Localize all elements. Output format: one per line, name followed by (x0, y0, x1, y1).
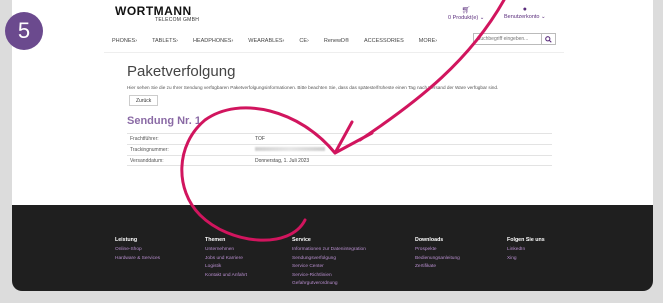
footer-column-service: Service Informationen zur Datenintegrati… (292, 237, 366, 290)
footer-heading: Service (292, 237, 311, 243)
search-button[interactable] (541, 34, 555, 44)
footer-heading: Themen (205, 237, 226, 243)
footer-link[interactable]: Hardware & Services (115, 256, 160, 261)
nav-item-wearables[interactable]: WEARABLES› (248, 38, 284, 44)
tracking-number-label: Trackingnummer: (130, 147, 169, 153)
footer-column-social: Folgen Sie uns LinkedIn Xing (507, 237, 545, 264)
user-icon: ● (522, 6, 527, 13)
carrier-value: TOF (255, 136, 265, 142)
search-icon (545, 35, 552, 43)
table-row: Frachtführer: TOF (127, 133, 552, 144)
footer-heading: Folgen Sie uns (507, 237, 545, 243)
footer-link[interactable]: Logistik (205, 264, 247, 269)
account-link[interactable]: ● Benutzerkonto ⌄ (504, 6, 546, 20)
site-footer: Leistung Online-Shop Hardware & Services… (12, 205, 653, 291)
footer-link[interactable]: Online-Shop (115, 247, 160, 252)
footer-column-leistung: Leistung Online-Shop Hardware & Services (115, 237, 160, 264)
shipment-table: Frachtführer: TOF Trackingnummer: Versan… (127, 133, 552, 166)
intro-text: Hier sehen Sie die zu Ihrer Sendung verf… (127, 85, 499, 90)
nav-item-ce[interactable]: CE› (299, 38, 308, 44)
table-row: Trackingnummer: (127, 144, 552, 155)
footer-link[interactable]: Unternehmen (205, 247, 247, 252)
cart-link[interactable]: 🛒︎ 0 Produkt(e) ⌄ (448, 6, 484, 21)
tracking-number-value[interactable] (255, 147, 325, 153)
footer-link[interactable]: Bedienungsanleitung (415, 256, 460, 261)
search-input[interactable] (474, 36, 541, 42)
nav-divider (104, 52, 564, 53)
footer-link[interactable]: Informationen zur Datenintegration (292, 247, 366, 252)
screenshot-frame: WORTMANN TELECOM GMBH 🛒︎ 0 Produkt(e) ⌄ … (0, 0, 663, 303)
footer-heading: Downloads (415, 237, 444, 243)
footer-link-xing[interactable]: Xing (507, 256, 545, 261)
search-box (473, 33, 556, 45)
nav-item-renewd[interactable]: RenewD® (324, 38, 349, 44)
cart-label: 0 Produkt(e) ⌄ (448, 15, 485, 21)
logo-sub-text: TELECOM GMBH (155, 17, 200, 23)
account-label: Benutzerkonto ⌄ (504, 14, 546, 20)
footer-link-tracking[interactable]: Sendungsverfolgung (292, 256, 366, 261)
footer-link-linkedin[interactable]: LinkedIn (507, 247, 545, 252)
webpage: WORTMANN TELECOM GMBH 🛒︎ 0 Produkt(e) ⌄ … (12, 0, 653, 291)
nav-item-tablets[interactable]: TABLETS› (152, 38, 178, 44)
step-number-badge: 5 (5, 12, 43, 50)
shipment-title: Sendung Nr. 1 (127, 115, 201, 127)
footer-link[interactable]: Kontakt und Anfahrt (205, 273, 247, 278)
footer-link[interactable]: Gefahrgutverordnung (292, 281, 366, 286)
page-title: Paketverfolgung (127, 63, 236, 80)
footer-column-downloads: Downloads Prospekte Bedienungsanleitung … (415, 237, 460, 273)
shipping-date-value: Donnerstag, 1. Juli 2023 (255, 157, 310, 164)
logo-main-text: WORTMANN (115, 4, 192, 18)
back-button[interactable]: Zurück (129, 95, 159, 106)
footer-heading: Leistung (115, 237, 138, 243)
footer-link[interactable]: Service-Richtlinien (292, 273, 366, 278)
footer-link[interactable]: Service Center (292, 264, 366, 269)
nav-item-accessories[interactable]: ACCESSORIES (364, 38, 404, 44)
table-row: Versanddatum: Donnerstag, 1. Juli 2023 (127, 155, 552, 166)
footer-column-themen: Themen Unternehmen Jobs und Karriere Log… (205, 237, 247, 281)
company-logo[interactable]: WORTMANN TELECOM GMBH (115, 4, 199, 23)
footer-link[interactable]: Zertifikate (415, 264, 460, 269)
carrier-label: Frachtführer: (130, 136, 159, 142)
shipping-date-label: Versanddatum: (130, 157, 164, 164)
footer-link[interactable]: Jobs und Karriere (205, 256, 247, 261)
nav-item-more[interactable]: MORE› (419, 38, 437, 44)
redacted-tracking-number (255, 147, 325, 151)
nav-item-headphones[interactable]: HEADPHONES› (193, 38, 233, 44)
shopping-basket-icon: 🛒︎ (461, 7, 471, 14)
nav-item-phones[interactable]: PHONES› (112, 38, 137, 44)
footer-link[interactable]: Prospekte (415, 247, 460, 252)
